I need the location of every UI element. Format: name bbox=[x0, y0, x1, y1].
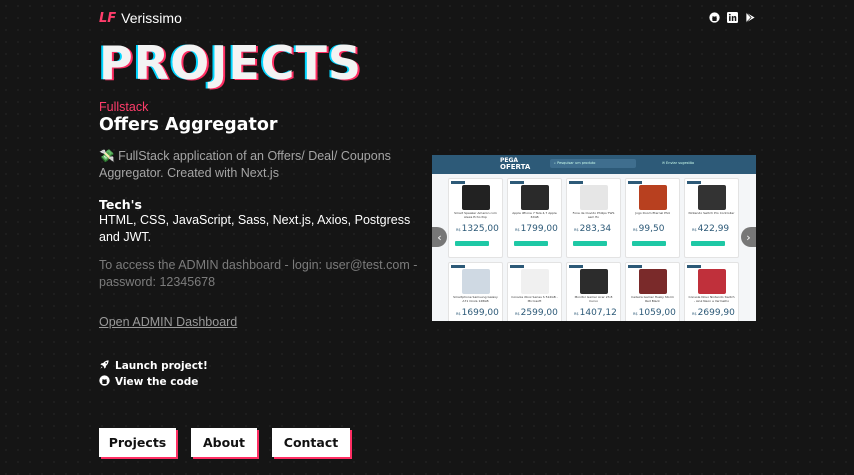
card-tag bbox=[687, 181, 701, 184]
preview-product-card: Smart Speaker Amazon com Alexa Echo Pop R… bbox=[448, 178, 503, 258]
product-price: R$1059,00 bbox=[633, 308, 676, 318]
product-button bbox=[455, 241, 489, 246]
product-name: Monitor Gamer Acer 23.8 Curvo bbox=[574, 295, 613, 303]
product-price: R$1699,00 bbox=[456, 308, 499, 318]
product-name: Apple iPhone 7 Tela 4,7 Apple 32GB bbox=[512, 211, 557, 219]
project-screenshot: PEGA OFERTA ⌕ Pesquisar um produto ✉ Env… bbox=[432, 155, 756, 321]
preview-product-card: Nintendo Switch Pro Controller R$422,99 bbox=[684, 178, 739, 258]
product-price: R$1407,12 bbox=[574, 308, 617, 318]
card-tag bbox=[569, 181, 583, 184]
contact-button[interactable]: Contact bbox=[272, 428, 350, 457]
view-code-label: View the code bbox=[115, 376, 199, 388]
product-image bbox=[639, 185, 667, 210]
card-tag bbox=[451, 181, 465, 184]
brand-logo[interactable]: LF Verissimo bbox=[99, 10, 182, 26]
preview-product-card: Console Xbox Series S 512GB - Microsoft R… bbox=[507, 262, 562, 321]
product-name: Smartphone Samsung Galaxy A71 Cinza 128G… bbox=[453, 295, 498, 303]
preview-product-card: Console Novo Nintendo Switch - Azul Neon… bbox=[684, 262, 739, 321]
preview-product-card: Fone de Ouvido Philips TWS sem fio R$283,… bbox=[566, 178, 621, 258]
product-button bbox=[573, 241, 607, 246]
page-title: PROJECTS bbox=[99, 36, 363, 90]
product-button bbox=[691, 241, 725, 246]
brand-mark: LF bbox=[99, 10, 117, 26]
product-image bbox=[698, 185, 726, 210]
social-links bbox=[709, 12, 756, 23]
product-name: Jogo Doom Eternal PS4 bbox=[635, 211, 670, 215]
bottom-nav: Projects About Contact bbox=[99, 428, 350, 457]
card-tag bbox=[687, 265, 701, 268]
rocket-icon bbox=[99, 359, 110, 373]
product-price: R$1799,00 bbox=[515, 224, 558, 234]
card-tag bbox=[451, 265, 465, 268]
preview-search: ⌕ Pesquisar um produto bbox=[550, 159, 636, 168]
product-price: R$1325,00 bbox=[456, 224, 499, 234]
project-links: Launch project! View the code bbox=[99, 358, 208, 390]
chevron-right-icon: › bbox=[746, 230, 751, 244]
preview-side-link: ✉ Enviar sugestão bbox=[662, 161, 695, 165]
preview-product-card: Cadeira Gamer Husky Storm Red Black R$105… bbox=[625, 262, 680, 321]
project-category: Fullstack bbox=[99, 100, 149, 114]
github-icon[interactable] bbox=[709, 12, 720, 23]
card-tag bbox=[510, 181, 524, 184]
linkedin-icon[interactable] bbox=[727, 12, 738, 23]
project-info: Fullstack Offers Aggregator 💸 FullStack … bbox=[99, 100, 419, 291]
view-code-link[interactable]: View the code bbox=[99, 374, 208, 390]
product-name: Console Novo Nintendo Switch - Azul Neon… bbox=[688, 295, 735, 303]
product-price: R$2599,00 bbox=[515, 308, 558, 318]
product-button bbox=[514, 241, 548, 246]
product-name: Cadeira Gamer Husky Storm Red Black bbox=[631, 295, 674, 303]
techs-heading: Tech's bbox=[99, 197, 142, 212]
product-price: R$422,99 bbox=[692, 224, 730, 234]
product-button bbox=[632, 241, 666, 246]
google-play-icon[interactable] bbox=[745, 12, 756, 23]
product-name: Smart Speaker Amazon com Alexa Echo Pop bbox=[454, 211, 497, 219]
card-tag bbox=[569, 265, 583, 268]
product-image bbox=[639, 269, 667, 294]
product-image bbox=[521, 185, 549, 210]
techs-list: HTML, CSS, JavaScript, Sass, Next.js, Ax… bbox=[99, 213, 411, 244]
project-title: Offers Aggregator bbox=[99, 115, 278, 135]
about-button[interactable]: About bbox=[191, 428, 257, 457]
admin-dashboard-link[interactable]: Open ADMIN Dashboard bbox=[99, 315, 237, 329]
projects-button[interactable]: Projects bbox=[99, 428, 176, 457]
carousel-next-button[interactable]: › bbox=[741, 227, 756, 247]
product-price: R$2699,90 bbox=[692, 308, 735, 318]
card-tag bbox=[510, 265, 524, 268]
admin-credentials-note: To access the ADMIN dashboard - login: u… bbox=[99, 258, 418, 289]
preview-header: PEGA OFERTA ⌕ Pesquisar um produto ✉ Env… bbox=[432, 155, 756, 174]
product-image bbox=[580, 185, 608, 210]
product-price: R$99,50 bbox=[633, 224, 665, 234]
product-image bbox=[462, 269, 490, 294]
chevron-left-icon: ‹ bbox=[437, 230, 442, 244]
project-description: 💸 FullStack application of an Offers/ De… bbox=[99, 148, 419, 182]
launch-project-label: Launch project! bbox=[115, 360, 208, 372]
product-image bbox=[521, 269, 549, 294]
product-name: Nintendo Switch Pro Controller bbox=[688, 211, 735, 215]
preview-product-card: Smartphone Samsung Galaxy A71 Cinza 128G… bbox=[448, 262, 503, 321]
preview-logo: PEGA OFERTA bbox=[500, 157, 531, 171]
product-image bbox=[462, 185, 490, 210]
product-name: Fone de Ouvido Philips TWS sem fio bbox=[572, 211, 615, 219]
description-text: FullStack application of an Offers/ Deal… bbox=[99, 149, 391, 180]
product-image bbox=[698, 269, 726, 294]
github-icon bbox=[99, 375, 110, 389]
launch-project-link[interactable]: Launch project! bbox=[99, 358, 208, 374]
product-name: Console Xbox Series S 512GB - Microsoft bbox=[511, 295, 558, 303]
preview-product-card: Apple iPhone 7 Tela 4,7 Apple 32GB R$1799… bbox=[507, 178, 562, 258]
product-price: R$283,34 bbox=[574, 224, 612, 234]
brand-name: Verissimo bbox=[121, 10, 182, 26]
preview-product-card: Jogo Doom Eternal PS4 R$99,50 bbox=[625, 178, 680, 258]
product-image bbox=[580, 269, 608, 294]
card-tag bbox=[628, 181, 642, 184]
preview-product-card: Monitor Gamer Acer 23.8 Curvo R$1407,12 bbox=[566, 262, 621, 321]
money-emoji-icon: 💸 bbox=[99, 149, 115, 163]
card-tag bbox=[628, 265, 642, 268]
